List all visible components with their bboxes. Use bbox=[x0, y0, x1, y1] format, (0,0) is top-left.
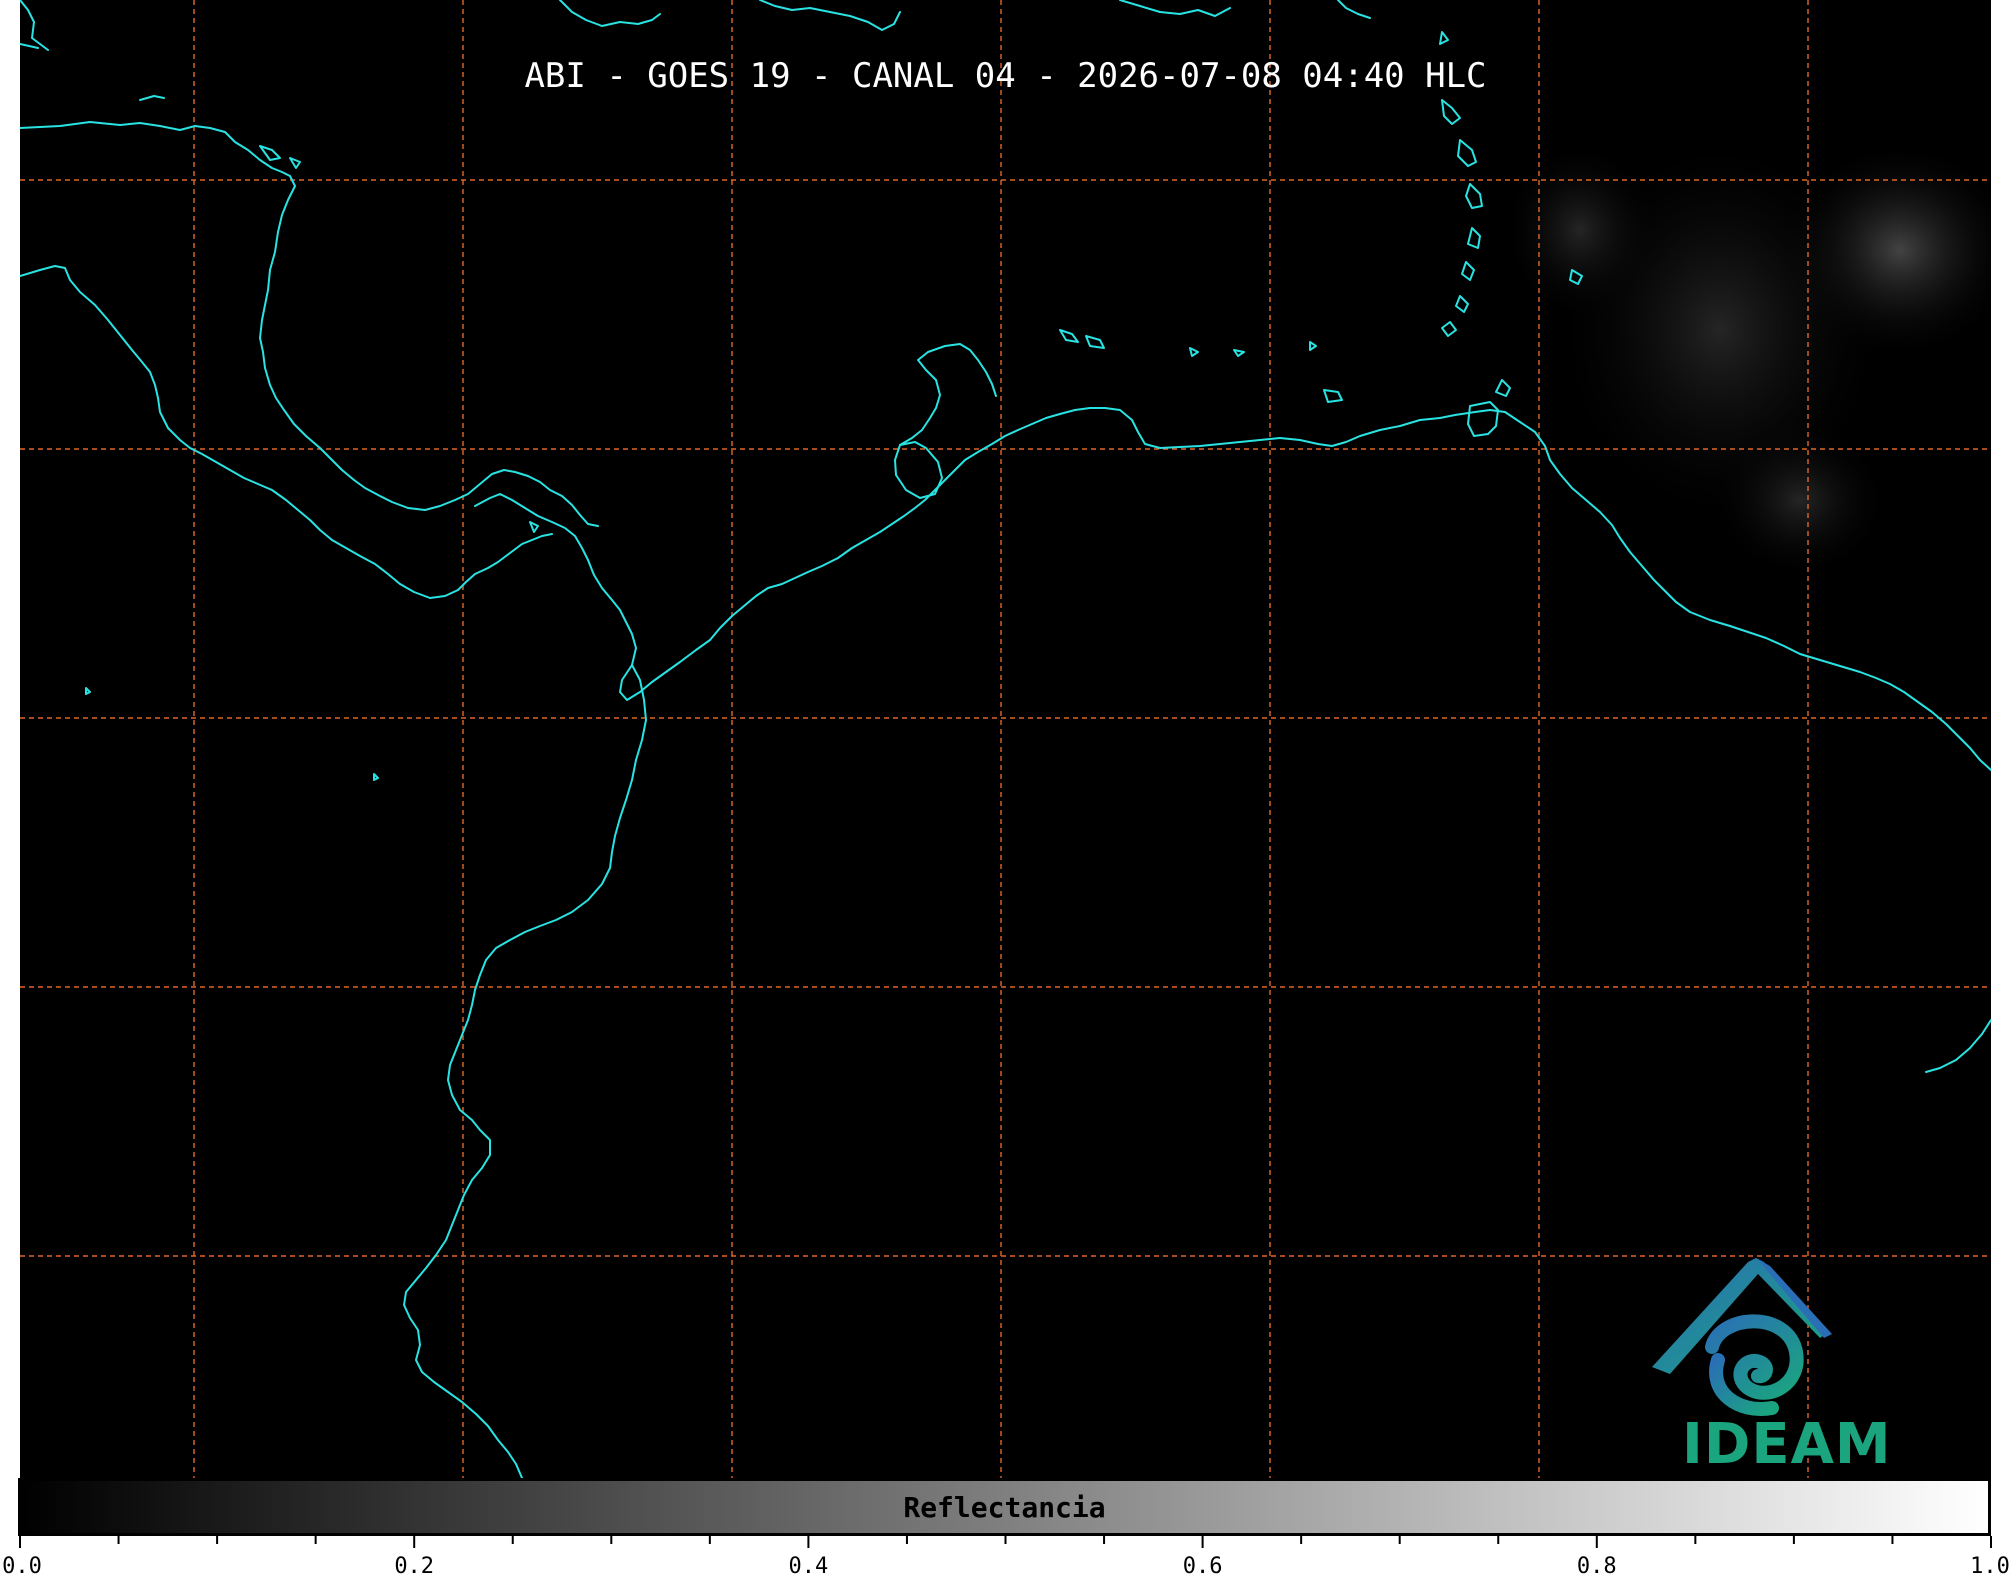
ideam-logo-text: IDEAM bbox=[1682, 1412, 1892, 1477]
colorbar: Reflectancia bbox=[18, 1478, 1991, 1536]
colorbar-tick-label: 0.4 bbox=[788, 1554, 829, 1579]
cloud-reflectance bbox=[1500, 130, 1991, 580]
colorbar-tick-label: 0.2 bbox=[394, 1554, 435, 1579]
colorbar-tick-label: 0.0 bbox=[2, 1554, 42, 1579]
colorbar-tick-label: 1.0 bbox=[1970, 1554, 2010, 1579]
colorbar-tick-label: 0.8 bbox=[1576, 1554, 1617, 1579]
spiral-icon bbox=[1705, 1314, 1804, 1416]
satellite-image-view: ABI - GOES 19 - CANAL 04 - 2026-07-08 04… bbox=[0, 0, 2011, 1579]
colorbar-tick-label: 0.6 bbox=[1182, 1554, 1223, 1579]
colorbar-axis bbox=[19, 1536, 1992, 1548]
image-title: ABI - GOES 19 - CANAL 04 - 2026-07-08 04… bbox=[524, 56, 1487, 96]
colorbar-label: Reflectancia bbox=[903, 1491, 1106, 1524]
